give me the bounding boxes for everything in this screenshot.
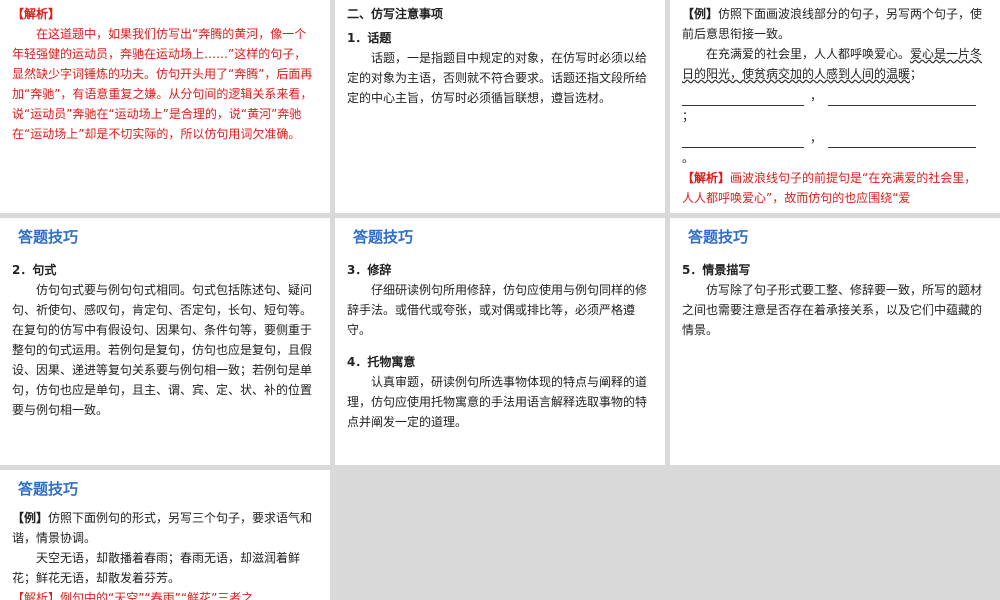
answer-blank[interactable] [828, 133, 977, 148]
slide-tips-scene: 答题技巧 5．情景描写 仿写除了句子形式要工整、修辞要一致，所写的题材之间也需要… [670, 218, 1000, 465]
topic-text: 话题，一是指题目中规定的对象，在仿写时必须以给定的对象为主语，否则就不符合要求。… [347, 51, 648, 105]
rhetoric-text: 仔细研读例句所用修辞，仿句应使用与例句同样的修辞手法。或借代或夸张，或对偶或排比… [347, 283, 648, 337]
allegory-subheading: 4．托物寓意 [347, 355, 416, 369]
analysis-text: 在这道题中，如果我们仿写出“奔腾的黄河，像一个年轻强健的运动员，奔驰在运动场上…… [12, 27, 313, 141]
period: 。 [682, 151, 695, 165]
answer-row-1: ， [682, 84, 988, 106]
slide-analysis-1: 【解析】 在这道题中，如果我们仿写出“奔腾的黄河，像一个年轻强健的运动员，奔驰在… [0, 0, 330, 213]
sentence-subheading: 2．句式 [12, 263, 57, 277]
slide-example-1: 【例】仿照下面画波浪线部分的句子，另写两个句子，使前后意思衔接一致。 在充满爱的… [670, 0, 1000, 213]
section-title: 答题技巧 [18, 228, 79, 246]
analysis-label: 【解析】 [12, 7, 61, 21]
slide-tips-sentence: 答题技巧 2．句式 仿句句式要与例句句式相同。句式包括陈述句、疑问句、祈使句、感… [0, 218, 330, 465]
scene-text: 仿写除了句子形式要工整、修辞要一致，所写的题材之间也需要注意是否存在着承接关系，… [682, 283, 983, 337]
section-title: 答题技巧 [688, 228, 749, 246]
analysis-label: 【解析】 [682, 171, 731, 185]
section-title: 答题技巧 [353, 228, 414, 246]
topic-subheading: 1．话题 [347, 31, 392, 45]
slide-example-2: 答题技巧 【例】仿照下面例句的形式，另写三个句子，要求语气和谐，情景协调。 天空… [0, 470, 330, 600]
allegory-text: 认真审题，研读例句所选事物体现的特点与阐释的道理，仿句应使用托物寓意的手法用语言… [347, 375, 648, 429]
comma: ， [810, 131, 823, 145]
answer-blank[interactable] [828, 91, 977, 106]
analysis-paragraph: 【解析】画波浪线句子的前提句是“在充满爱的社会里，人人都呼唤爱心”，故而仿句的也… [682, 168, 988, 208]
example-paragraph: 【例】仿照下面例句的形式，另写三个句子，要求语气和谐，情景协调。 [12, 508, 318, 548]
sentence-text: 仿句句式要与例句句式相同。句式包括陈述句、疑问句、祈使句、感叹句，肯定句、否定句… [12, 283, 313, 417]
slide-notes: 二、仿写注意事项 1．话题 话题，一是指题目中规定的对象，在仿写时必须以给定的对… [335, 0, 665, 213]
example-text: 仿照下面画波浪线部分的句子，另写两个句子，使前后意思衔接一致。 [682, 7, 983, 41]
sample-sentence: 天空无语，却散播着春雨；春雨无语，却滋润着鲜花；鲜花无语，却散发着芬芳。 [12, 551, 301, 585]
section-title: 答题技巧 [18, 480, 79, 498]
slide-tips-rhetoric: 答题技巧 3．修辞 仔细研读例句所用修辞，仿句应使用与例句同样的修辞手法。或借代… [335, 218, 665, 465]
example-label: 【例】 [12, 511, 49, 525]
passage-plain: 在充满爱的社会里，人人都呼唤爱心。 [706, 47, 911, 61]
rhetoric-subheading: 3．修辞 [347, 263, 392, 277]
analysis-partial: 【解析】例句中的“天空”“春雨”“鲜花”三者之 [12, 591, 254, 600]
answer-row-2: ， [682, 126, 988, 148]
passage-end: ； [910, 67, 923, 81]
semicolon: ； [682, 109, 695, 123]
answer-blank[interactable] [682, 91, 804, 106]
scene-subheading: 5．情景描写 [682, 263, 751, 277]
example-label: 【例】 [682, 7, 719, 21]
example-text: 仿照下面例句的形式，另写三个句子，要求语气和谐，情景协调。 [12, 511, 313, 545]
example-passage: 在充满爱的社会里，人人都呼唤爱心。爱心是一片冬日的阳光，使贫病交加的人感到人间的… [682, 44, 988, 84]
notes-heading: 二、仿写注意事项 [347, 7, 444, 21]
comma: ， [810, 89, 823, 103]
answer-blank[interactable] [682, 133, 804, 148]
example-paragraph: 【例】仿照下面画波浪线部分的句子，另写两个句子，使前后意思衔接一致。 [682, 4, 988, 44]
